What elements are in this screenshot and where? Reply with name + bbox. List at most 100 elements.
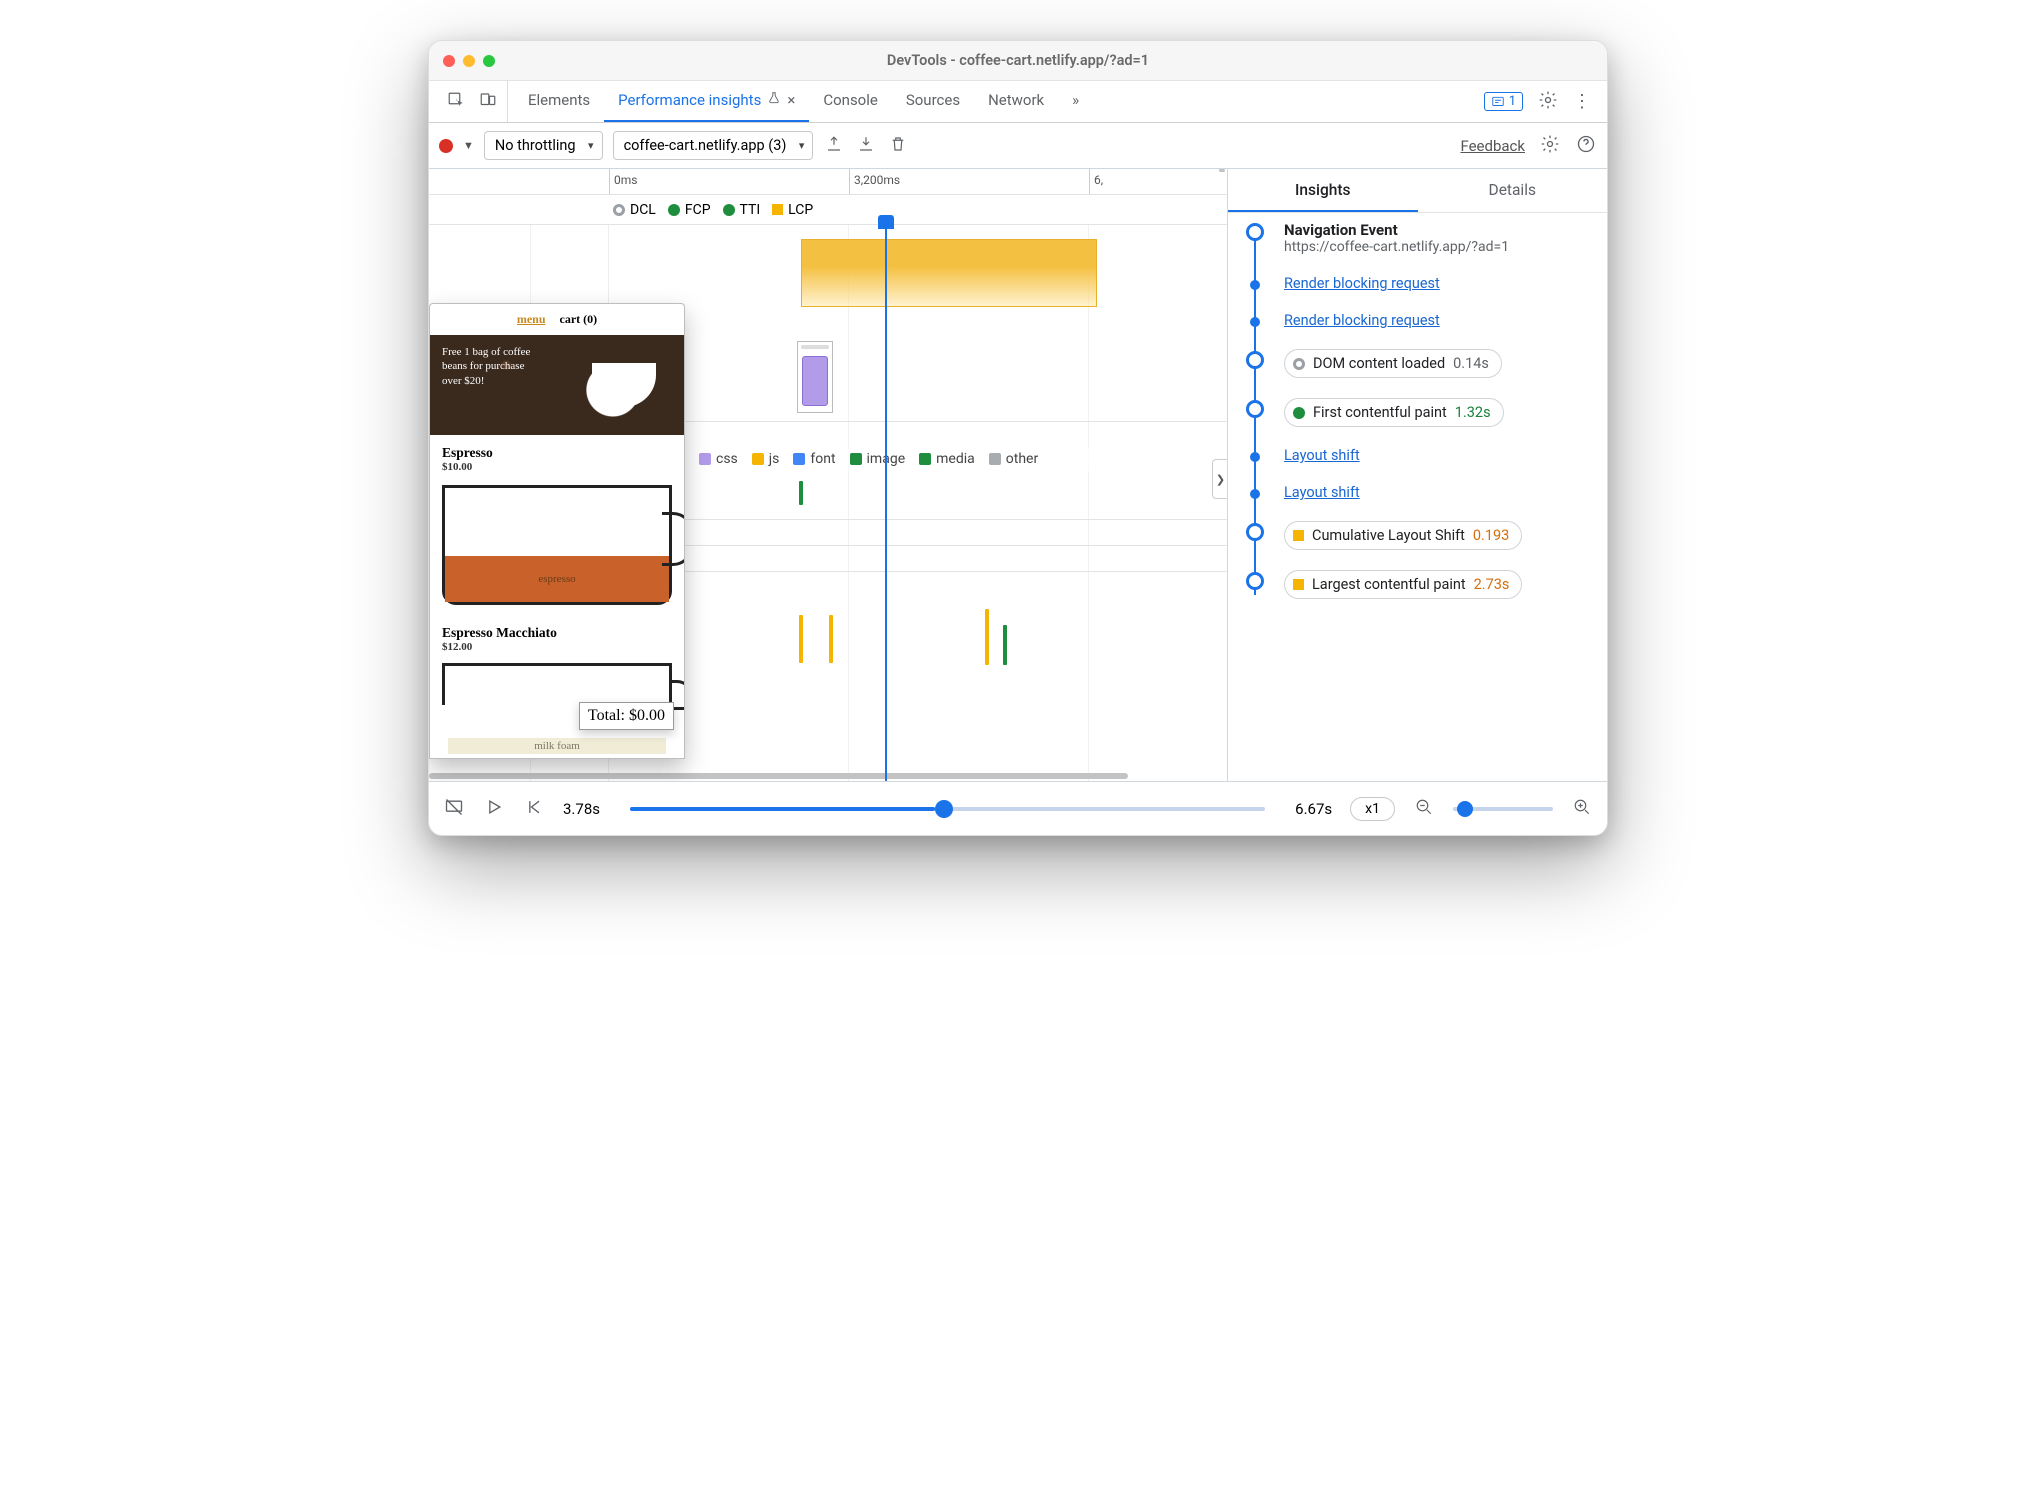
request-bar[interactable]	[799, 481, 803, 505]
dot-icon	[1293, 407, 1305, 419]
close-window-button[interactable]	[443, 55, 455, 67]
throttling-select[interactable]: No throttling	[484, 131, 603, 160]
screencast-toggle-icon[interactable]	[443, 797, 465, 821]
square-icon	[919, 453, 931, 465]
metric-chip-lcp[interactable]: Largest contentful paint 2.73s	[1284, 570, 1522, 599]
product-title: Espresso	[442, 445, 672, 461]
zoom-in-icon[interactable]	[1571, 798, 1593, 820]
timeline-node-icon	[1246, 351, 1264, 369]
mug-illustration: espresso	[442, 485, 672, 605]
tab-network[interactable]: Network	[974, 81, 1058, 122]
product-price: $12.00	[442, 641, 672, 653]
ruler-scrollbar[interactable]	[1217, 169, 1227, 194]
legend-font[interactable]: font	[793, 451, 835, 467]
request-bar[interactable]	[1003, 625, 1007, 665]
record-button[interactable]	[439, 139, 453, 153]
product-price: $10.00	[442, 461, 672, 473]
square-icon	[1293, 530, 1304, 541]
zoom-out-icon[interactable]	[1413, 798, 1435, 820]
cup-icon	[592, 363, 656, 407]
window-controls	[443, 55, 495, 67]
timeline-node-icon	[1246, 223, 1264, 241]
timeline-node-icon	[1246, 523, 1264, 541]
insight-link[interactable]: Render blocking request	[1284, 312, 1440, 329]
feedback-link[interactable]: Feedback	[1460, 137, 1525, 155]
record-menu-caret[interactable]: ▼	[463, 139, 474, 152]
rewind-start-icon[interactable]	[523, 797, 545, 821]
tab-insights[interactable]: Insights	[1228, 169, 1418, 212]
tab-elements[interactable]: Elements	[514, 81, 604, 122]
insight-link[interactable]: Layout shift	[1284, 447, 1360, 464]
issues-counter[interactable]: 1	[1484, 92, 1523, 111]
metric-chip-cls[interactable]: Cumulative Layout Shift 0.193	[1284, 521, 1522, 550]
total-time: 6.67s	[1295, 800, 1332, 818]
request-bar[interactable]	[829, 615, 833, 663]
ring-icon	[613, 204, 625, 216]
help-icon[interactable]	[1575, 134, 1597, 158]
square-icon	[850, 453, 862, 465]
tab-details[interactable]: Details	[1418, 169, 1608, 212]
thumb-cart-label: cart (0)	[560, 312, 598, 327]
request-bar[interactable]	[985, 609, 989, 665]
delete-icon[interactable]	[887, 135, 909, 157]
marker-fcp[interactable]: FCP	[668, 202, 711, 218]
square-icon	[699, 453, 711, 465]
export-icon[interactable]	[823, 135, 845, 157]
minimize-window-button[interactable]	[463, 55, 475, 67]
tracks-area[interactable]: css js font image media other ▸ ▸ ❯	[429, 225, 1227, 781]
collapse-right-icon[interactable]: ❯	[1212, 459, 1227, 499]
settings-icon[interactable]	[1537, 90, 1559, 114]
timeline-node-icon	[1250, 280, 1260, 290]
panel-tabs: Elements Performance insights × Console …	[429, 81, 1607, 123]
metric-chip-dcl[interactable]: DOM content loaded 0.14s	[1284, 349, 1502, 378]
legend-other[interactable]: other	[989, 451, 1038, 467]
more-menu-icon[interactable]: ⋮	[1573, 91, 1591, 112]
square-icon	[752, 453, 764, 465]
marker-lcp[interactable]: LCP	[772, 202, 813, 218]
play-icon[interactable]	[483, 797, 505, 821]
square-icon	[793, 453, 805, 465]
insight-link[interactable]: Layout shift	[1284, 484, 1360, 501]
legend-css[interactable]: css	[699, 451, 738, 467]
insights-pane: Insights Details Navigation Event https:…	[1227, 169, 1607, 781]
insight-link[interactable]: Render blocking request	[1284, 275, 1440, 292]
panel-settings-icon[interactable]	[1539, 134, 1561, 158]
square-icon	[772, 204, 783, 215]
device-toolbar-icon[interactable]	[477, 91, 499, 113]
recording-select[interactable]: coffee-cart.netlify.app (3)	[613, 131, 814, 160]
thumb-menu-link: menu	[517, 312, 546, 327]
close-tab-icon[interactable]: ×	[787, 91, 795, 109]
zoom-window-button[interactable]	[483, 55, 495, 67]
legend-image[interactable]: image	[850, 451, 906, 467]
dot-icon	[723, 204, 735, 216]
ruler-tick: 3,200ms	[849, 169, 1089, 194]
ruler-tick: 0ms	[609, 169, 849, 194]
timeline-node-icon	[1250, 317, 1260, 327]
metric-chip-fcp[interactable]: First contentful paint 1.32s	[1284, 398, 1504, 427]
seek-slider[interactable]	[630, 807, 1265, 811]
content-area: 0ms 3,200ms 6, DCL FCP TTI	[429, 169, 1607, 781]
tab-sources[interactable]: Sources	[892, 81, 974, 122]
legend-js[interactable]: js	[752, 451, 780, 467]
zoom-slider[interactable]	[1453, 807, 1553, 811]
timeline-scrollbar[interactable]	[429, 771, 1223, 781]
marker-tti[interactable]: TTI	[723, 202, 761, 218]
milk-foam-label: milk foam	[448, 738, 666, 754]
time-ruler[interactable]: 0ms 3,200ms 6,	[429, 169, 1227, 195]
tab-performance-insights[interactable]: Performance insights ×	[604, 81, 809, 122]
ruler-tick: 6,	[1089, 169, 1129, 194]
playhead[interactable]	[885, 225, 887, 781]
inspect-element-icon[interactable]	[445, 91, 467, 113]
tab-console[interactable]: Console	[809, 81, 892, 122]
filmstrip-frame[interactable]	[797, 341, 833, 413]
legend-media[interactable]: media	[919, 451, 975, 467]
zoom-level-chip[interactable]: x1	[1350, 797, 1395, 821]
insights-tabs: Insights Details	[1228, 169, 1607, 213]
timeline-node-icon	[1250, 489, 1260, 499]
product-title: Espresso Macchiato	[442, 625, 672, 641]
main-thread-block[interactable]	[801, 239, 1097, 307]
request-bar[interactable]	[799, 615, 803, 663]
marker-dcl[interactable]: DCL	[613, 202, 656, 218]
tabs-overflow[interactable]: »	[1058, 81, 1093, 122]
import-icon[interactable]	[855, 135, 877, 157]
